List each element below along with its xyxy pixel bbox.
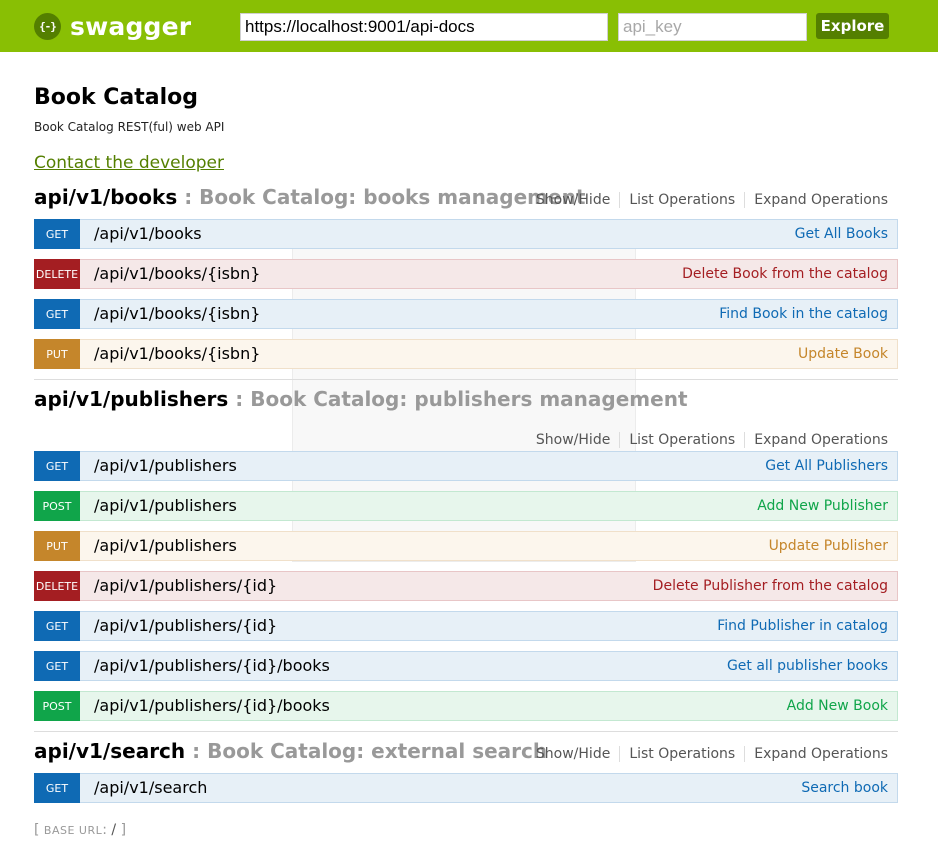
resource-name[interactable]: api/v1/books	[34, 185, 177, 209]
method-badge[interactable]: GET	[34, 451, 80, 481]
resource-header-books: api/v1/books : Book Catalog: books manag…	[34, 185, 898, 213]
operation-path[interactable]: /api/v1/publishers/{id}	[94, 616, 277, 635]
list-operations-link[interactable]: List Operations	[620, 192, 746, 208]
api-url-input[interactable]	[240, 13, 608, 41]
show-hide-link[interactable]: Show/Hide	[536, 746, 621, 762]
operation-summary[interactable]: Find Book in the catalog	[719, 306, 888, 322]
operation-row[interactable]: DELETE /api/v1/publishers/{id} Delete Pu…	[34, 571, 898, 601]
resource-separator: :	[185, 739, 208, 763]
method-badge[interactable]: GET	[34, 773, 80, 803]
method-badge[interactable]: GET	[34, 611, 80, 641]
contact-developer-link[interactable]: Contact the developer	[34, 153, 224, 173]
show-hide-link[interactable]: Show/Hide	[536, 192, 621, 208]
resource-title[interactable]: api/v1/search : Book Catalog: external s…	[34, 739, 547, 763]
operation-path[interactable]: /api/v1/books	[94, 224, 202, 243]
operation-row[interactable]: GET /api/v1/search Search book	[34, 773, 898, 803]
resource-header-search: api/v1/search : Book Catalog: external s…	[34, 739, 898, 767]
resource-description: Book Catalog: external search	[207, 739, 548, 763]
list-operations-link[interactable]: List Operations	[620, 432, 746, 448]
swagger-logo[interactable]: {-} swagger	[34, 8, 191, 44]
operation-row[interactable]: POST /api/v1/publishers Add New Publishe…	[34, 491, 898, 521]
method-badge[interactable]: POST	[34, 491, 80, 521]
expand-operations-link[interactable]: Expand Operations	[745, 746, 888, 762]
resource-separator: :	[228, 387, 251, 411]
operation-row[interactable]: GET /api/v1/publishers/{id} Find Publish…	[34, 611, 898, 641]
operation-summary[interactable]: Update Publisher	[769, 538, 888, 554]
operation-summary[interactable]: Update Book	[798, 346, 888, 362]
operation-summary[interactable]: Delete Publisher from the catalog	[653, 578, 888, 594]
operation-summary[interactable]: Delete Book from the catalog	[682, 266, 888, 282]
operation-summary[interactable]: Find Publisher in catalog	[717, 618, 888, 634]
method-badge[interactable]: PUT	[34, 339, 80, 369]
method-badge[interactable]: DELETE	[34, 571, 80, 601]
operation-path[interactable]: /api/v1/publishers/{id}	[94, 576, 277, 595]
method-badge[interactable]: GET	[34, 651, 80, 681]
base-url-open-bracket: [	[34, 822, 44, 838]
resource-name[interactable]: api/v1/publishers	[34, 387, 228, 411]
method-badge[interactable]: PUT	[34, 531, 80, 561]
method-badge[interactable]: DELETE	[34, 259, 80, 289]
base-url: [ BASE URL: / ]	[34, 822, 126, 838]
page-title: Book Catalog	[34, 85, 199, 110]
operation-row[interactable]: DELETE /api/v1/books/{isbn} Delete Book …	[34, 259, 898, 289]
operation-path[interactable]: /api/v1/books/{isbn}	[94, 344, 260, 363]
operation-summary[interactable]: Get All Publishers	[765, 458, 888, 474]
resource-title[interactable]: api/v1/publishers : Book Catalog: publis…	[34, 387, 688, 411]
section-divider	[34, 731, 898, 732]
expand-operations-link[interactable]: Expand Operations	[745, 432, 888, 448]
operation-row[interactable]: PUT /api/v1/books/{isbn} Update Book	[34, 339, 898, 369]
show-hide-link[interactable]: Show/Hide	[536, 432, 621, 448]
resource-links: Show/Hide List Operations Expand Operati…	[536, 432, 888, 448]
resource-separator: :	[177, 185, 200, 209]
operation-row[interactable]: GET /api/v1/books/{isbn} Find Book in th…	[34, 299, 898, 329]
resource-links: Show/Hide List Operations Expand Operati…	[536, 192, 888, 208]
operation-path[interactable]: /api/v1/publishers	[94, 456, 237, 475]
operation-summary[interactable]: Add New Publisher	[757, 498, 888, 514]
base-url-close-bracket: ]	[116, 822, 127, 838]
resource-description: Book Catalog: books management	[199, 185, 586, 209]
operation-path[interactable]: /api/v1/books/{isbn}	[94, 304, 260, 323]
resource-name[interactable]: api/v1/search	[34, 739, 185, 763]
operation-row[interactable]: GET /api/v1/publishers Get All Publisher…	[34, 451, 898, 481]
operation-summary[interactable]: Search book	[801, 780, 888, 796]
operation-path[interactable]: /api/v1/publishers	[94, 496, 237, 515]
base-url-label: BASE URL	[43, 824, 103, 837]
section-divider	[34, 379, 898, 380]
operation-row[interactable]: GET /api/v1/books Get All Books	[34, 219, 898, 249]
operation-summary[interactable]: Get all publisher books	[727, 658, 888, 674]
operation-row[interactable]: PUT /api/v1/publishers Update Publisher	[34, 531, 898, 561]
operation-path[interactable]: /api/v1/publishers/{id}/books	[94, 696, 330, 715]
resource-description: Book Catalog: publishers management	[250, 387, 688, 411]
method-badge[interactable]: GET	[34, 219, 80, 249]
operation-path[interactable]: /api/v1/publishers/{id}/books	[94, 656, 330, 675]
operation-path[interactable]: /api/v1/search	[94, 778, 207, 797]
logo-text: swagger	[70, 11, 192, 41]
resource-header-publishers: api/v1/publishers : Book Catalog: publis…	[34, 387, 898, 448]
operation-summary[interactable]: Get All Books	[795, 226, 888, 242]
operation-path[interactable]: /api/v1/publishers	[94, 536, 237, 555]
api-description: Book Catalog REST(ful) web API	[34, 120, 225, 134]
operation-row[interactable]: POST /api/v1/publishers/{id}/books Add N…	[34, 691, 898, 721]
operation-row[interactable]: GET /api/v1/publishers/{id}/books Get al…	[34, 651, 898, 681]
swagger-logo-icon: {-}	[34, 12, 61, 40]
api-key-input[interactable]	[618, 13, 807, 41]
resource-links: Show/Hide List Operations Expand Operati…	[536, 746, 888, 762]
list-operations-link[interactable]: List Operations	[620, 746, 746, 762]
operation-path[interactable]: /api/v1/books/{isbn}	[94, 264, 260, 283]
method-badge[interactable]: POST	[34, 691, 80, 721]
top-bar: {-} swagger Explore	[0, 0, 938, 52]
method-badge[interactable]: GET	[34, 299, 80, 329]
operation-summary[interactable]: Add New Book	[787, 698, 888, 714]
resource-title[interactable]: api/v1/books : Book Catalog: books manag…	[34, 185, 585, 209]
explore-button[interactable]: Explore	[816, 13, 889, 39]
expand-operations-link[interactable]: Expand Operations	[745, 192, 888, 208]
